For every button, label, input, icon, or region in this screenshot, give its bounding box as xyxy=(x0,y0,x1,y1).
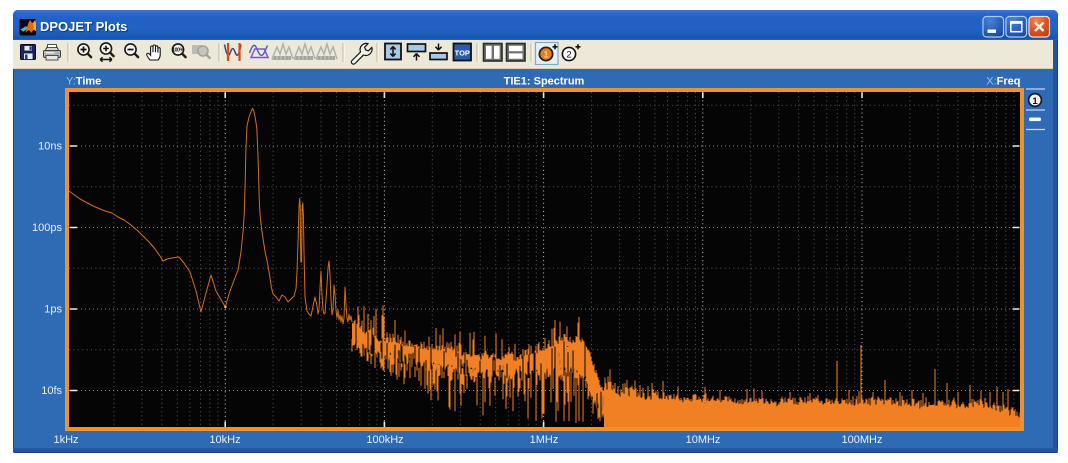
svg-text:TOP: TOP xyxy=(455,49,470,58)
svg-text:TIE1: Spectrum: TIE1: Spectrum xyxy=(504,76,585,88)
svg-text:1: 1 xyxy=(1032,96,1038,107)
svg-text:2: 2 xyxy=(566,50,571,61)
svg-text:1kHz: 1kHz xyxy=(53,434,78,446)
svg-text:1MHz: 1MHz xyxy=(530,434,559,446)
svg-text:10kHz: 10kHz xyxy=(209,434,240,446)
svg-text:1ps: 1ps xyxy=(44,304,62,316)
svg-text:Y:Time: Y:Time xyxy=(66,76,101,88)
svg-text:100%: 100% xyxy=(172,48,184,54)
svg-text:100kHz: 100kHz xyxy=(366,434,403,446)
svg-text:10MHz: 10MHz xyxy=(686,434,721,446)
svg-text:X:Freq: X:Freq xyxy=(986,76,1020,88)
svg-text:10ns: 10ns xyxy=(38,141,62,153)
svg-text:100MHz: 100MHz xyxy=(842,434,883,446)
svg-text:10fs: 10fs xyxy=(41,385,62,397)
svg-text:100ps: 100ps xyxy=(32,222,62,234)
svg-text:1: 1 xyxy=(543,50,548,60)
